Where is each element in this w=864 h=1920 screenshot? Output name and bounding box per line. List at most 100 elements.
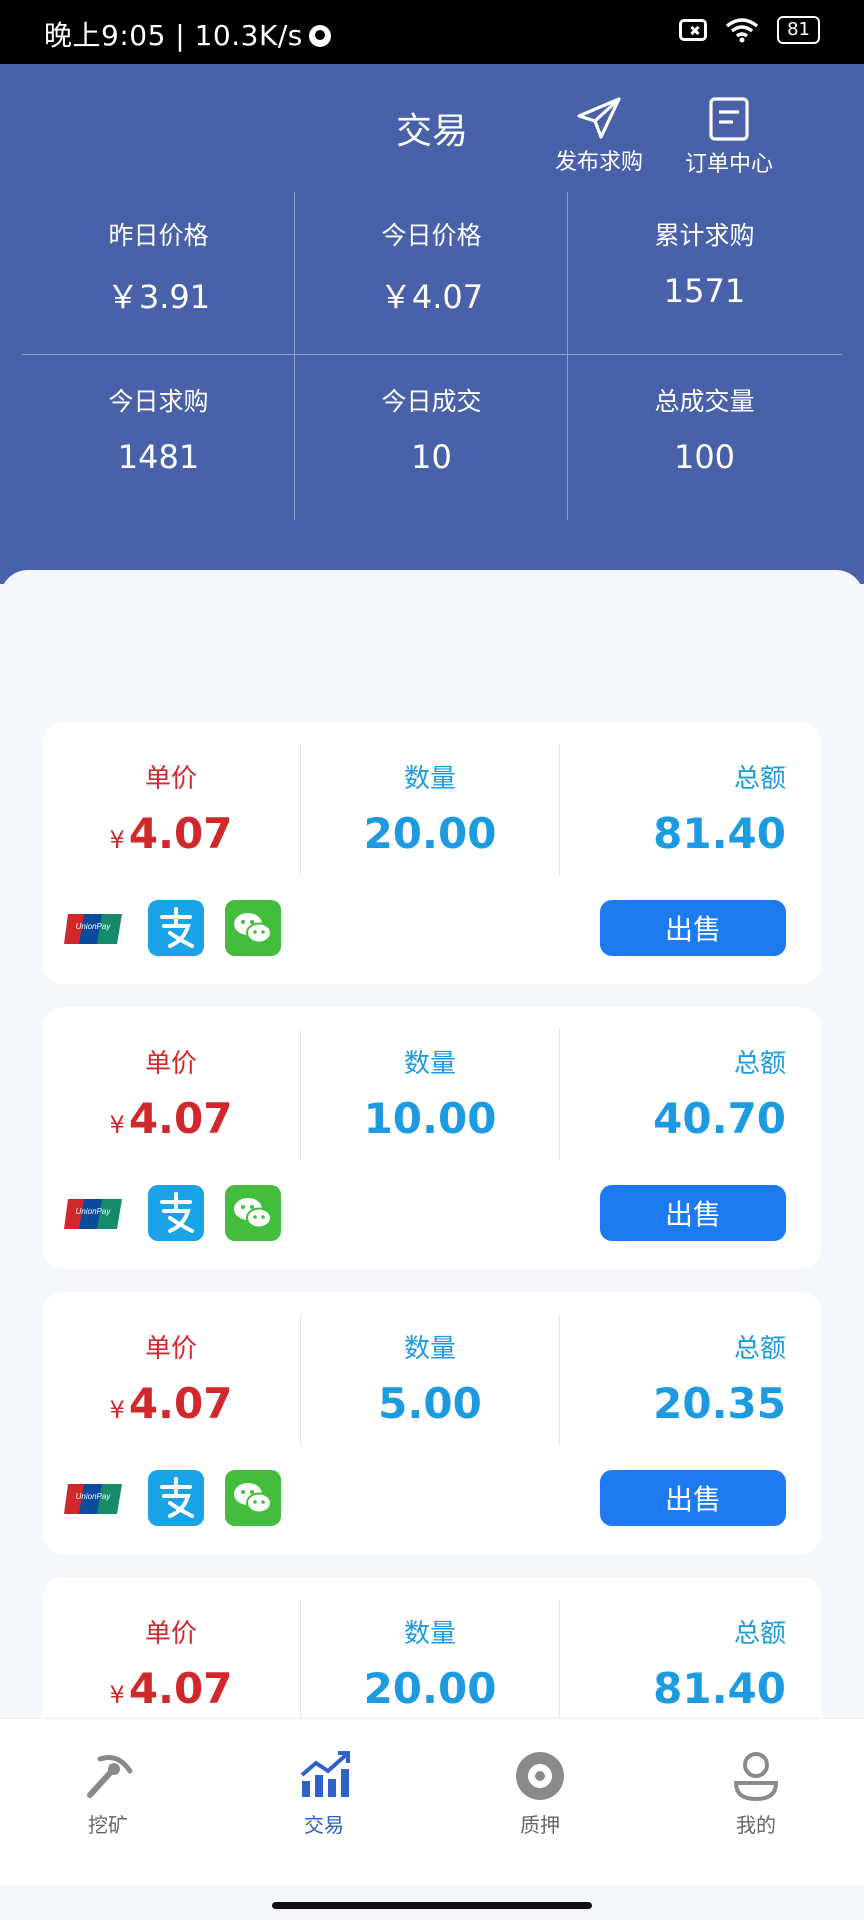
total-label: 总额: [733, 1049, 786, 1079]
alipay-icon: [148, 1185, 204, 1241]
price-amount: 4.07: [128, 1664, 233, 1713]
nav-label: 交易: [304, 1813, 344, 1837]
total-column: 总额 81.40: [560, 744, 786, 876]
total-value: 20.35: [653, 1379, 786, 1428]
price-label: 单价: [144, 1334, 197, 1364]
quantity-label: 数量: [403, 1049, 456, 1079]
order-center-label: 订单中心: [684, 152, 773, 177]
quantity-column: 数量 10.00: [301, 1029, 559, 1161]
total-value: 81.40: [653, 809, 786, 858]
price-column: 单价 ¥4.07: [42, 1314, 300, 1446]
coin-icon: [516, 1752, 564, 1800]
quantity-column: 数量 5.00: [301, 1314, 559, 1446]
alipay-icon: [148, 1470, 204, 1526]
nav-label: 我的: [736, 1813, 776, 1837]
order-center-button[interactable]: 订单中心: [674, 96, 784, 178]
quantity-label: 数量: [403, 1619, 456, 1649]
price-label: 单价: [144, 1049, 197, 1079]
currency-symbol: ¥: [109, 1396, 125, 1424]
quantity-label: 数量: [403, 1334, 456, 1364]
wechat-pay-icon: [225, 1185, 281, 1241]
chart-trend-icon: [300, 1751, 350, 1797]
stat-yesterday-price: 昨日价格 ￥3.91: [22, 216, 295, 318]
quantity-value: 5.00: [378, 1379, 482, 1428]
stat-label: 今日求购: [108, 387, 209, 416]
unionpay-icon: UnionPay: [64, 1199, 122, 1229]
total-column: 总额 20.35: [560, 1314, 786, 1446]
publish-request-button[interactable]: 发布求购: [544, 96, 654, 176]
quantity-value: 20.00: [363, 1664, 497, 1713]
trade-header: 交易 发布求购 订单中心 昨日价格 ￥3.91 今日价格 ￥4.07 累计求购 …: [0, 64, 864, 584]
svg-text:UnionPay: UnionPay: [76, 1207, 112, 1216]
status-time: 晚上9:05 | 10.3K/s: [44, 14, 331, 54]
stat-label: 总成交量: [654, 387, 755, 416]
stat-total-volume: 总成交量 100: [568, 382, 841, 476]
bottom-nav: 挖矿 交易 质押 我的: [0, 1718, 864, 1885]
stat-label: 累计求购: [654, 221, 755, 250]
stat-value: 1481: [117, 438, 200, 476]
unionpay-icon: UnionPay: [64, 1484, 122, 1514]
stats-grid: 昨日价格 ￥3.91 今日价格 ￥4.07 累计求购 1571 今日求购 148…: [22, 192, 842, 582]
total-value: 40.70: [653, 1094, 786, 1143]
price-value: ¥4.07: [42, 1664, 300, 1713]
nav-label: 质押: [520, 1813, 560, 1837]
price-column: 单价 ¥4.07: [42, 744, 300, 876]
price-column: 单价 ¥4.07: [42, 1029, 300, 1161]
quantity-value: 10.00: [363, 1094, 497, 1143]
nav-item-profile[interactable]: 我的: [696, 1749, 816, 1838]
order-card: 单价 ¥4.07 数量 5.00 总额 20.35 UnionPay 出售: [42, 1292, 822, 1554]
no-sim-icon: [679, 19, 708, 41]
paper-plane-icon: [577, 97, 621, 139]
nav-item-stake[interactable]: 质押: [480, 1749, 600, 1838]
price-value: ¥4.07: [42, 1094, 300, 1143]
sell-button[interactable]: 出售: [600, 1185, 786, 1241]
stat-value: 10: [411, 438, 452, 476]
unionpay-icon: UnionPay: [64, 914, 122, 944]
currency-symbol: ¥: [109, 1111, 125, 1139]
order-card: 单价 ¥4.07 数量 20.00 总额 81.40 UnionPay 出售: [42, 722, 822, 984]
total-column: 总额 81.40: [560, 1599, 786, 1718]
sell-button[interactable]: 出售: [600, 900, 786, 956]
alipay-icon: [148, 900, 204, 956]
price-amount: 4.07: [128, 1379, 233, 1428]
stat-value: 1571: [663, 272, 746, 310]
user-icon: [733, 1752, 779, 1802]
stat-label: 昨日价格: [108, 221, 209, 250]
price-label: 单价: [144, 764, 197, 794]
total-label: 总额: [733, 1334, 786, 1364]
nav-label: 挖矿: [88, 1813, 128, 1837]
svg-text:UnionPay: UnionPay: [76, 1492, 112, 1501]
stat-today-price: 今日价格 ￥4.07: [295, 216, 568, 318]
wifi-icon: [726, 18, 759, 43]
stat-value: ￥3.91: [106, 278, 211, 316]
svg-text:UnionPay: UnionPay: [76, 922, 112, 931]
quantity-value: 20.00: [363, 809, 497, 858]
nav-item-mining[interactable]: 挖矿: [48, 1749, 168, 1838]
price-value: ¥4.07: [42, 809, 300, 858]
order-card: 单价 ¥4.07 数量 20.00 总额 81.40 出售: [42, 1577, 822, 1718]
total-label: 总额: [733, 1619, 786, 1649]
order-list[interactable]: 单价 ¥4.07 数量 20.00 总额 81.40 UnionPay 出售 单…: [0, 570, 864, 1718]
document-icon: [709, 97, 749, 141]
total-label: 总额: [733, 764, 786, 794]
price-column: 单价 ¥4.07: [42, 1599, 300, 1718]
wechat-pay-icon: [225, 1470, 281, 1526]
nav-item-trade[interactable]: 交易: [264, 1749, 384, 1838]
sell-button[interactable]: 出售: [600, 1470, 786, 1526]
home-indicator[interactable]: [272, 1902, 592, 1909]
total-value: 81.40: [653, 1664, 786, 1713]
battery-indicator: 81: [777, 16, 820, 44]
quantity-column: 数量 20.00: [301, 1599, 559, 1718]
price-amount: 4.07: [128, 809, 233, 858]
wechat-pay-icon: [225, 900, 281, 956]
quantity-column: 数量 20.00: [301, 744, 559, 876]
stat-total-requests: 累计求购 1571: [568, 216, 841, 310]
stat-today-deals: 今日成交 10: [295, 382, 568, 476]
qq-icon: [308, 25, 331, 47]
stats-divider: [22, 354, 842, 355]
price-value: ¥4.07: [42, 1379, 300, 1428]
status-bar: 晚上9:05 | 10.3K/s 81: [0, 0, 864, 64]
quantity-label: 数量: [403, 764, 456, 794]
status-time-text: 晚上9:05 | 10.3K/s: [44, 19, 303, 52]
currency-symbol: ¥: [109, 826, 125, 854]
